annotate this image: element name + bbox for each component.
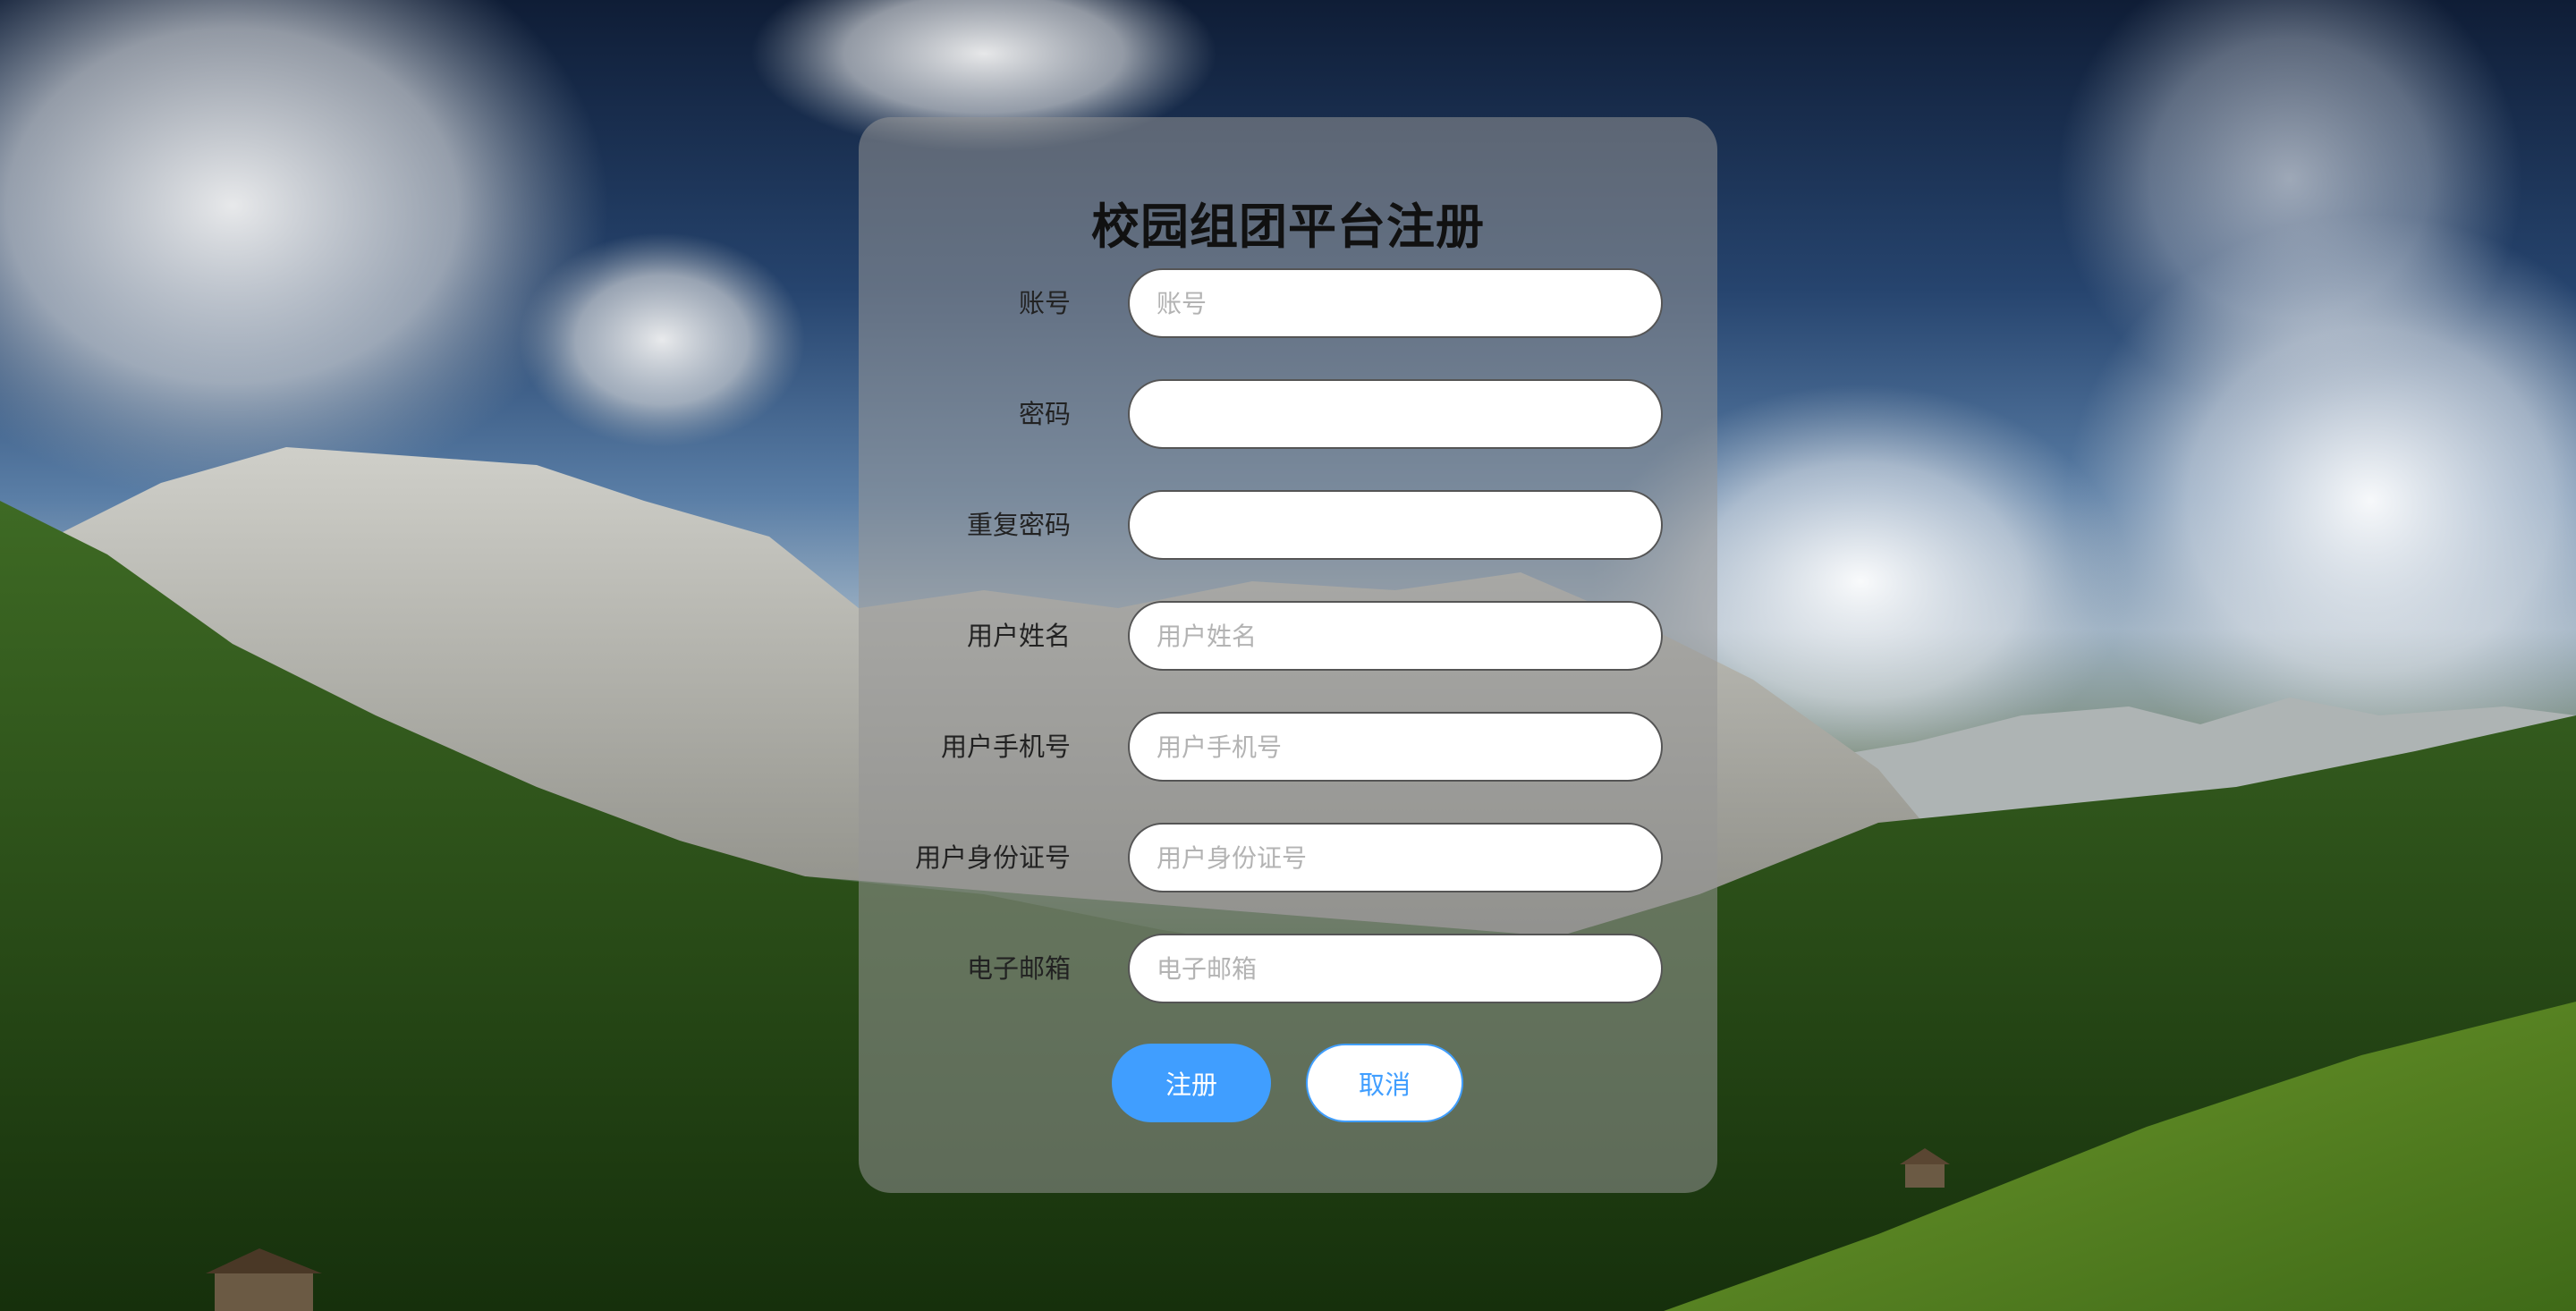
- user-name-input[interactable]: [1128, 601, 1663, 671]
- repeat-password-label: 重复密码: [966, 510, 1071, 540]
- phone-input[interactable]: [1128, 712, 1663, 782]
- phone-label: 用户手机号: [940, 732, 1071, 762]
- email-input[interactable]: [1128, 934, 1663, 1003]
- background-landscape: 校园组团平台注册 账号 密码 重复密码 用户姓名 用户手机号 用户身份证号 电子…: [0, 0, 2576, 1311]
- repeat-password-row: 重复密码: [859, 490, 1717, 560]
- repeat-password-input[interactable]: [1128, 490, 1663, 560]
- page-title: 校园组团平台注册: [1091, 199, 1485, 255]
- register-button[interactable]: 注册: [1112, 1044, 1271, 1122]
- id-card-label: 用户身份证号: [914, 842, 1071, 873]
- password-row: 密码: [859, 379, 1717, 449]
- cancel-button[interactable]: 取消: [1306, 1044, 1463, 1122]
- password-label: 密码: [1018, 399, 1071, 429]
- phone-row: 用户手机号: [859, 712, 1717, 782]
- account-row: 账号: [859, 268, 1717, 338]
- register-card: 校园组团平台注册 账号 密码 重复密码 用户姓名 用户手机号 用户身份证号 电子…: [859, 117, 1717, 1193]
- account-input[interactable]: [1128, 268, 1663, 338]
- user-name-row: 用户姓名: [859, 601, 1717, 671]
- id-card-input[interactable]: [1128, 823, 1663, 892]
- password-input[interactable]: [1128, 379, 1663, 449]
- email-label: 电子邮箱: [966, 953, 1071, 984]
- user-name-label: 用户姓名: [966, 621, 1071, 651]
- id-card-row: 用户身份证号: [859, 823, 1717, 892]
- account-label: 账号: [1018, 288, 1071, 318]
- email-row: 电子邮箱: [859, 934, 1717, 1003]
